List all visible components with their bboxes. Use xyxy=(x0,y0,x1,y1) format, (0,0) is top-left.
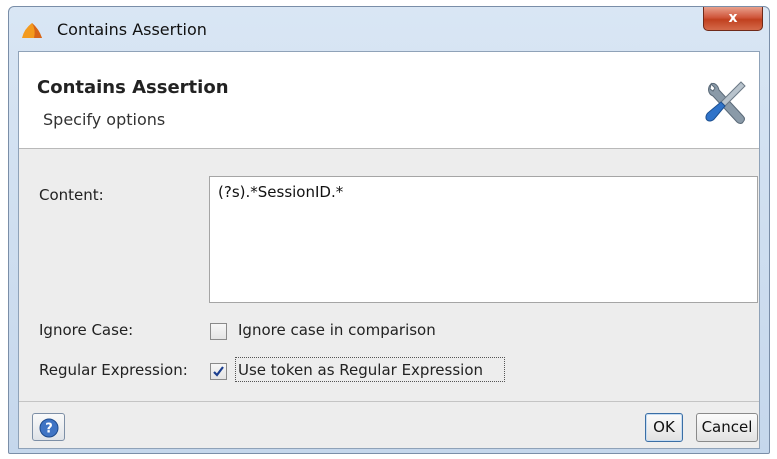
regex-checkbox-label[interactable]: Use token as Regular Expression xyxy=(238,361,483,379)
help-icon: ? xyxy=(39,418,59,438)
checkmark-icon xyxy=(213,366,224,377)
content-textarea[interactable]: (?s).*SessionID.* xyxy=(209,176,758,303)
title-bar[interactable]: Contains Assertion x xyxy=(9,7,769,51)
ignore-case-checkbox[interactable] xyxy=(210,323,227,340)
regex-checkbox[interactable] xyxy=(210,363,227,380)
help-button[interactable]: ? xyxy=(32,413,65,441)
cancel-button[interactable]: Cancel xyxy=(696,413,758,442)
tools-icon xyxy=(705,81,746,124)
dialog-header: Contains Assertion Specify options xyxy=(19,52,759,149)
close-button[interactable]: x xyxy=(703,7,763,31)
ignore-case-checkbox-label[interactable]: Ignore case in comparison xyxy=(238,321,436,339)
ignore-case-label: Ignore Case: xyxy=(39,321,134,339)
regex-label: Regular Expression: xyxy=(39,361,188,379)
header-title: Contains Assertion xyxy=(37,77,229,98)
app-logo-icon xyxy=(22,23,42,38)
dialog-window: Contains Assertion x Contains Assertion … xyxy=(8,6,770,454)
content-label: Content: xyxy=(39,186,104,204)
footer-divider xyxy=(19,401,759,402)
svg-text:?: ? xyxy=(45,422,53,437)
dialog-body: Contains Assertion Specify options Conte… xyxy=(18,51,760,449)
window-title: Contains Assertion xyxy=(57,20,207,39)
header-subtitle: Specify options xyxy=(43,110,166,129)
ok-button[interactable]: OK xyxy=(645,413,683,442)
